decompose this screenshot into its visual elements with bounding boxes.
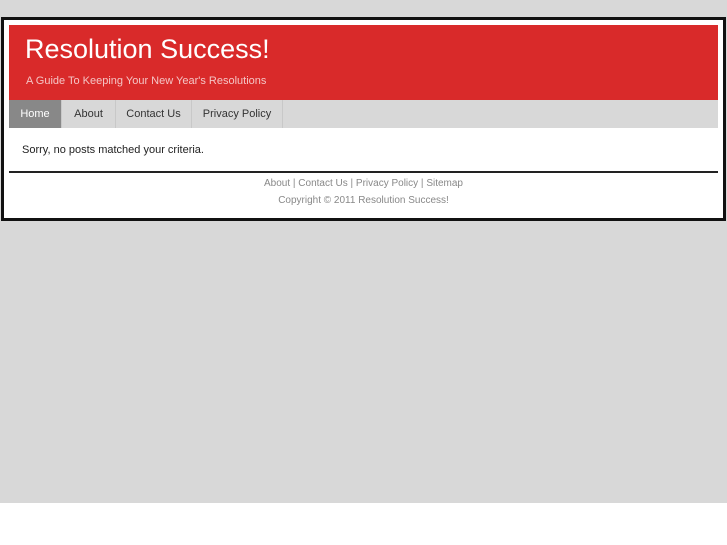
copyright-notice: Copyright © 2011 Resolution Success! bbox=[278, 195, 449, 206]
nav-item-about[interactable]: About bbox=[62, 100, 116, 128]
site-tagline: A Guide To Keeping Your New Year's Resol… bbox=[26, 75, 267, 87]
footer-separator: | bbox=[347, 178, 356, 189]
site-frame: Resolution Success! A Guide To Keeping Y… bbox=[1, 17, 726, 221]
main-navigation: Home About Contact Us Privacy Policy bbox=[9, 100, 718, 128]
footer-links: About | Contact Us | Privacy Policy | Si… bbox=[9, 178, 718, 189]
nav-item-contact-us[interactable]: Contact Us bbox=[116, 100, 192, 128]
nav-item-privacy-policy[interactable]: Privacy Policy bbox=[192, 100, 283, 128]
footer-link-about[interactable]: About bbox=[264, 178, 290, 189]
footer-divider bbox=[9, 171, 718, 173]
footer-link-sitemap[interactable]: Sitemap bbox=[426, 178, 463, 189]
nav-item-home[interactable]: Home bbox=[9, 100, 62, 128]
site-header: Resolution Success! A Guide To Keeping Y… bbox=[9, 25, 718, 100]
footer-link-contact-us[interactable]: Contact Us bbox=[298, 178, 347, 189]
site-title-link[interactable]: Resolution Success! bbox=[25, 34, 270, 65]
footer-link-privacy-policy[interactable]: Privacy Policy bbox=[356, 178, 418, 189]
no-posts-message: Sorry, no posts matched your criteria. bbox=[22, 144, 204, 156]
